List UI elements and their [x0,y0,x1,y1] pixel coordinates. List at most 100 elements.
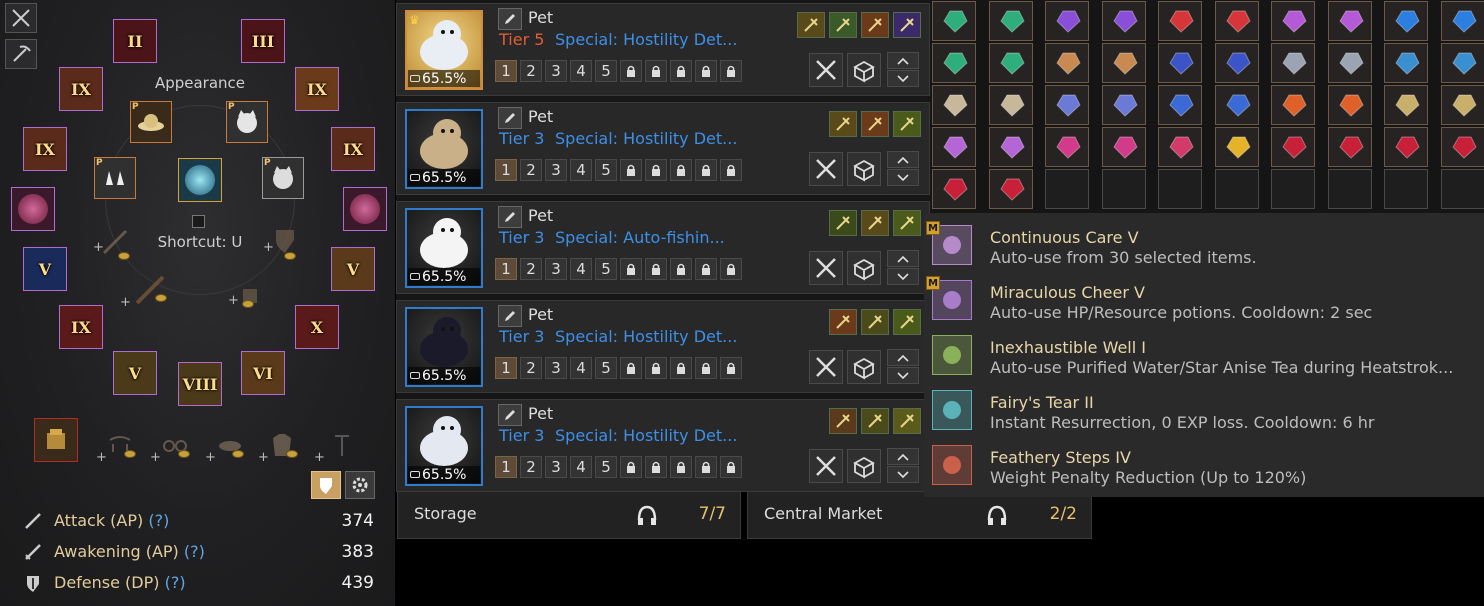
pet-exchange-button[interactable] [847,251,881,285]
equipment-tab-button[interactable] [5,3,37,33]
pet-feature-row[interactable]: Inexhaustible Well I Auto-use Purified W… [924,323,1484,378]
pet-level-slot[interactable]: 4 [570,60,592,82]
pet-skill-icon[interactable] [829,309,857,335]
empty-item-slot[interactable] [1045,169,1089,209]
pet-level-slot[interactable]: 3 [545,456,567,478]
item-slot[interactable] [988,85,1033,125]
pet-level-slot[interactable]: 2 [520,357,542,379]
item-slot[interactable] [988,127,1033,167]
rename-pet-button[interactable] [498,8,522,30]
gear-slot-subweapon[interactable]: V [331,247,375,291]
item-slot[interactable] [1384,43,1428,83]
pet-skill-icon[interactable] [861,111,889,137]
pet-feature-row[interactable]: M Miraculous Cheer V Auto-use HP/Resourc… [924,268,1484,323]
item-slot[interactable] [1158,43,1202,83]
pet-level-slot[interactable]: 4 [570,357,592,379]
pet-feature-row[interactable]: M Continuous Care V Auto-use from 30 sel… [924,213,1484,268]
gear-slot-tool[interactable] [34,418,78,462]
pet-level-slot[interactable]: 3 [545,258,567,280]
pet-skill-icon[interactable] [861,309,889,335]
pet-row[interactable]: 65.5% Pet Tier 3 Special: Hostility Det.… [396,300,930,393]
pet-unseal-button[interactable] [809,152,843,186]
appearance-slot-shoes[interactable]: P [94,157,136,199]
pet-skill-icon[interactable] [893,111,921,137]
gear-slot-main-weapon[interactable]: V [23,247,67,291]
appearance-slot-costume[interactable]: P [226,101,268,143]
pet-level-slot[interactable]: 1 [495,159,517,181]
pet-unseal-button[interactable] [809,449,843,483]
move-up-button[interactable] [887,52,919,69]
empty-slot-accessory-2[interactable] [155,425,195,465]
pet-level-slot[interactable]: 4 [570,258,592,280]
pet-row[interactable]: 65.5% Pet Tier 3 Special: Hostility Det.… [396,102,930,195]
gear-slot-armor[interactable]: III [241,19,285,63]
pet-skill-icon[interactable] [893,309,921,335]
rename-pet-button[interactable] [498,305,522,327]
help-link[interactable]: (?) [184,542,205,561]
item-slot[interactable] [1158,127,1202,167]
pet-skill-icon[interactable] [797,12,825,38]
pet-skill-icon[interactable] [829,210,857,236]
item-slot[interactable] [1271,1,1315,41]
pet-level-slot[interactable]: 3 [545,159,567,181]
storage-bar[interactable]: Storage 7/7 [397,491,741,539]
rename-pet-button[interactable] [498,404,522,426]
item-slot[interactable] [1045,43,1089,83]
item-slot[interactable] [988,169,1033,209]
pet-skill-icon[interactable] [861,12,889,38]
pet-level-slot[interactable]: 4 [570,159,592,181]
pet-skill-icon[interactable] [893,408,921,434]
pet-exchange-button[interactable] [847,449,881,483]
pet-skill-icon[interactable] [861,210,889,236]
empty-slot-awakening-outfit[interactable] [130,270,170,310]
rename-pet-button[interactable] [498,107,522,129]
move-down-button[interactable] [887,70,919,87]
item-slot[interactable] [1327,1,1372,41]
move-up-button[interactable] [887,151,919,168]
pet-portrait[interactable]: 65.5% [405,406,483,486]
gear-slot-artifact-right[interactable] [343,187,387,231]
item-slot[interactable] [1384,127,1428,167]
gear-slot-gloves[interactable]: X [295,305,339,349]
pet-skill-icon[interactable] [829,111,857,137]
gear-slot-necklace[interactable]: IX [59,67,103,111]
pet-unseal-button[interactable] [809,53,843,87]
pet-skill-icon[interactable] [829,408,857,434]
item-slot[interactable] [1384,1,1428,41]
item-slot[interactable] [1045,1,1089,41]
hide-gear-toggle[interactable] [311,471,341,499]
empty-slot-accessory-3[interactable] [210,425,250,465]
item-slot[interactable] [1271,127,1315,167]
item-slot[interactable] [932,1,976,41]
item-slot[interactable] [1214,1,1259,41]
equipment-settings-button[interactable] [345,471,375,499]
item-slot[interactable] [1327,85,1372,125]
item-slot[interactable] [1101,43,1146,83]
lifeskill-tab-button[interactable] [5,39,37,69]
item-slot[interactable] [1214,85,1259,125]
item-slot[interactable] [1271,43,1315,83]
pet-level-slot[interactable]: 4 [570,456,592,478]
gear-slot-awakening-weapon[interactable]: VIII [178,362,222,406]
move-down-button[interactable] [887,268,919,285]
move-up-button[interactable] [887,349,919,366]
pet-skill-icon[interactable] [893,12,921,38]
pet-level-slot[interactable]: 3 [545,60,567,82]
gear-slot-ring-left[interactable]: IX [23,127,67,171]
pet-feature-row[interactable]: Fairy's Tear II Instant Resurrection, 0 … [924,378,1484,433]
appearance-slot-pearl[interactable] [178,158,222,202]
pet-skill-icon[interactable] [861,408,889,434]
move-down-button[interactable] [887,466,919,483]
pet-exchange-button[interactable] [847,350,881,384]
item-slot[interactable] [1101,1,1146,41]
pet-level-slot[interactable]: 2 [520,60,542,82]
empty-slot-accessory-5[interactable] [322,425,362,465]
central-market-bar[interactable]: Central Market 2/2 [747,491,1092,539]
item-slot[interactable] [1045,85,1089,125]
pet-level-slot[interactable]: 2 [520,258,542,280]
pet-level-slot[interactable]: 5 [595,456,617,478]
pet-portrait[interactable]: 65.5% [405,208,483,288]
empty-item-slot[interactable] [1384,169,1428,209]
gear-slot-shoes[interactable]: V [113,351,157,395]
empty-item-slot[interactable] [1214,169,1259,209]
